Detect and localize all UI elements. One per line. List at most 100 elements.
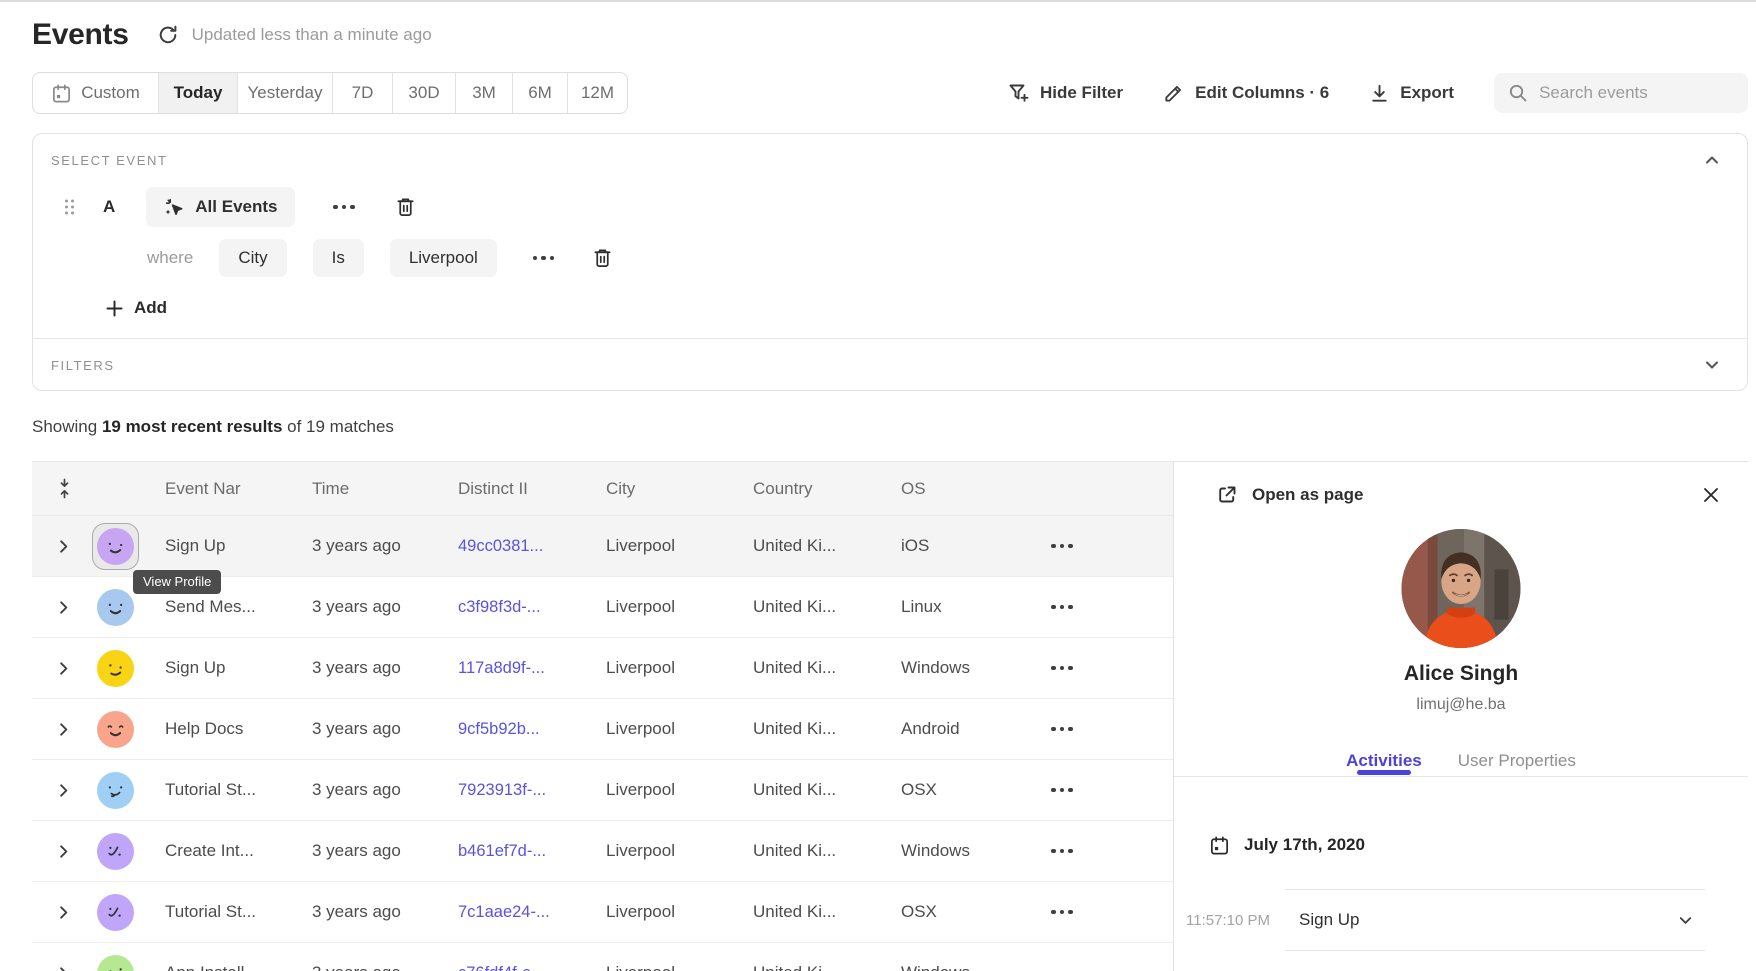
expand-row-chevron-icon[interactable] bbox=[56, 722, 84, 737]
table-row[interactable]: Sign Up 3 years ago 117a8d9f-... Liverpo… bbox=[32, 638, 1173, 699]
table-row[interactable]: Help Docs 3 years ago 9cf5b92b... Liverp… bbox=[32, 699, 1173, 760]
cell-event-name: Help Docs bbox=[165, 719, 312, 739]
table-row[interactable]: App Install 3 years ago c76fdf4f-c... Li… bbox=[32, 943, 1173, 971]
property-chip[interactable]: City bbox=[219, 239, 286, 277]
table-row[interactable]: Sign Up 3 years ago 49cc0381... Liverpoo… bbox=[32, 516, 1173, 577]
cell-country: United Ki... bbox=[753, 719, 901, 739]
where-more-options-button[interactable] bbox=[529, 252, 559, 265]
row-actions-button[interactable] bbox=[1047, 906, 1077, 919]
column-header-city[interactable]: City bbox=[606, 479, 753, 499]
drag-handle-icon[interactable] bbox=[63, 197, 76, 217]
user-avatar[interactable] bbox=[97, 589, 134, 626]
export-button[interactable]: Export bbox=[1369, 83, 1454, 104]
toolbar: Hide Filter Edit Columns · 6 Export bbox=[1008, 72, 1748, 114]
cell-country: United Ki... bbox=[753, 963, 901, 971]
user-avatar[interactable] bbox=[97, 650, 134, 687]
row-actions-button[interactable] bbox=[1047, 784, 1077, 797]
tab-user-properties[interactable]: User Properties bbox=[1458, 745, 1576, 776]
search-events-box[interactable] bbox=[1494, 73, 1748, 113]
cell-country: United Ki... bbox=[753, 780, 901, 800]
edit-columns-button[interactable]: Edit Columns · 6 bbox=[1163, 82, 1329, 104]
cell-distinct-id-link[interactable]: 9cf5b92b... bbox=[458, 720, 606, 739]
tab-custom[interactable]: Custom bbox=[33, 73, 159, 113]
event-more-options-button[interactable] bbox=[329, 201, 359, 214]
date-range-tabs: Custom Today Yesterday 7D 30D 3M 6M 12M bbox=[32, 72, 628, 114]
expand-row-chevron-icon[interactable] bbox=[56, 600, 84, 615]
user-avatar[interactable] bbox=[97, 833, 134, 870]
row-actions-button[interactable] bbox=[1047, 540, 1077, 553]
tab-30d[interactable]: 30D bbox=[393, 73, 456, 113]
user-avatar[interactable] bbox=[97, 894, 134, 931]
user-avatar[interactable] bbox=[97, 528, 134, 565]
expand-row-chevron-icon[interactable] bbox=[56, 661, 84, 676]
cell-distinct-id-link[interactable]: 7c1aae24-... bbox=[458, 903, 606, 922]
user-avatar[interactable] bbox=[97, 955, 134, 971]
chevron-up-icon[interactable] bbox=[1703, 151, 1721, 169]
column-header-country[interactable]: Country bbox=[753, 479, 901, 499]
row-actions-button[interactable] bbox=[1047, 662, 1077, 675]
cell-city: Liverpool bbox=[606, 658, 753, 678]
expand-row-chevron-icon[interactable] bbox=[56, 783, 84, 798]
expand-row-chevron-icon[interactable] bbox=[56, 966, 84, 971]
open-as-page-button[interactable]: Open as page bbox=[1216, 484, 1363, 506]
external-link-icon bbox=[1216, 484, 1238, 506]
user-avatar[interactable] bbox=[97, 711, 134, 748]
tab-activities[interactable]: Activities bbox=[1346, 745, 1422, 776]
tab-6m[interactable]: 6M bbox=[513, 73, 568, 113]
column-header-os[interactable]: OS bbox=[901, 479, 1021, 499]
row-actions-button[interactable] bbox=[1047, 601, 1077, 614]
activity-entry[interactable]: 11:57:10 PM Sign Up bbox=[1285, 889, 1706, 951]
cell-distinct-id-link[interactable]: 7923913f-... bbox=[458, 781, 606, 800]
expand-row-chevron-icon[interactable] bbox=[56, 905, 84, 920]
tab-12m[interactable]: 12M bbox=[568, 73, 627, 113]
value-chip[interactable]: Liverpool bbox=[390, 239, 497, 277]
operator-chip[interactable]: Is bbox=[313, 239, 364, 277]
close-icon[interactable] bbox=[1702, 486, 1720, 504]
column-header-time[interactable]: Time bbox=[312, 479, 458, 499]
cell-distinct-id-link[interactable]: c3f98f3d-... bbox=[458, 598, 606, 617]
search-input[interactable] bbox=[1539, 83, 1734, 103]
table-header-row: Event Nar Time Distinct II City Country … bbox=[32, 461, 1173, 516]
column-header-event-name[interactable]: Event Nar bbox=[165, 479, 312, 499]
cell-distinct-id-link[interactable]: b461ef7d-... bbox=[458, 842, 606, 861]
add-clause-button[interactable]: Add bbox=[106, 291, 167, 325]
table-row[interactable]: Create Int... 3 years ago b461ef7d-... L… bbox=[32, 821, 1173, 882]
cell-distinct-id-link[interactable]: c76fdf4f-c... bbox=[458, 964, 606, 971]
expand-row-chevron-icon[interactable] bbox=[56, 844, 84, 859]
cell-distinct-id-link[interactable]: 49cc0381... bbox=[458, 537, 606, 556]
row-actions-button[interactable] bbox=[1047, 967, 1077, 971]
user-avatar[interactable] bbox=[97, 772, 134, 809]
table-row[interactable]: Tutorial St... 3 years ago 7923913f-... … bbox=[32, 760, 1173, 821]
cell-os: Android bbox=[901, 719, 1021, 739]
funnel-plus-icon bbox=[1008, 82, 1030, 104]
profile-photo[interactable] bbox=[1402, 529, 1521, 648]
updated-status: Updated less than a minute ago bbox=[192, 25, 432, 45]
row-actions-button[interactable] bbox=[1047, 845, 1077, 858]
refresh-icon[interactable] bbox=[157, 24, 179, 46]
cell-distinct-id-link[interactable]: 117a8d9f-... bbox=[458, 659, 606, 678]
avatar-hover-box[interactable] bbox=[92, 523, 139, 570]
window-top-edge bbox=[0, 0, 1756, 2]
where-label: where bbox=[147, 248, 193, 268]
column-header-distinct-id[interactable]: Distinct II bbox=[458, 479, 606, 499]
table-row[interactable]: Tutorial St... 3 years ago 7c1aae24-... … bbox=[32, 882, 1173, 943]
tab-today[interactable]: Today bbox=[159, 73, 238, 113]
cell-city: Liverpool bbox=[606, 963, 753, 971]
row-actions-button[interactable] bbox=[1047, 723, 1077, 736]
all-events-chip[interactable]: All Events bbox=[146, 187, 295, 227]
cell-city: Liverpool bbox=[606, 780, 753, 800]
event-clause-row: A All Events bbox=[63, 187, 416, 227]
cell-os: Windows bbox=[901, 963, 1021, 971]
hide-filter-button[interactable]: Hide Filter bbox=[1008, 82, 1123, 104]
collapse-rows-icon[interactable] bbox=[56, 478, 84, 499]
chevron-down-icon[interactable] bbox=[1677, 912, 1694, 929]
tab-7d[interactable]: 7D bbox=[333, 73, 393, 113]
chevron-down-icon[interactable] bbox=[1703, 356, 1721, 374]
tab-yesterday[interactable]: Yesterday bbox=[238, 73, 333, 113]
tab-3m[interactable]: 3M bbox=[456, 73, 513, 113]
cell-city: Liverpool bbox=[606, 902, 753, 922]
event-delete-icon[interactable] bbox=[395, 196, 416, 218]
profile-tabs: Activities User Properties bbox=[1174, 745, 1748, 777]
expand-row-chevron-icon[interactable] bbox=[56, 539, 84, 554]
where-delete-icon[interactable] bbox=[592, 247, 613, 269]
